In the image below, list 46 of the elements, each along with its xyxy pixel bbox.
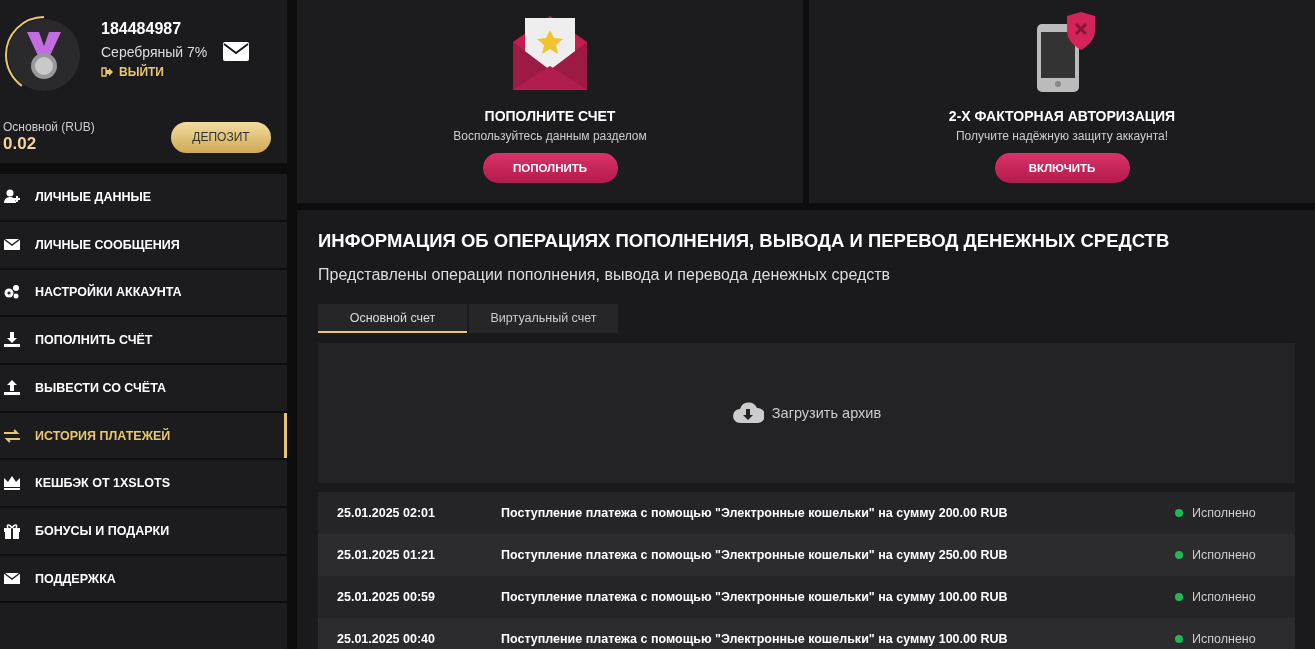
- account-tab[interactable]: Основной счет: [318, 304, 467, 333]
- date-cell-text: 25.01.2025 01:21: [336, 548, 436, 562]
- sidebar-item[interactable]: ЛИЧНЫЕ ДАННЫЕ: [0, 174, 287, 220]
- date-cell-text: 25.01.2025 00:59: [336, 590, 436, 604]
- logout-link[interactable]: ВЫЙТИ: [101, 65, 250, 79]
- logout-icon: [101, 67, 113, 77]
- cloud-download-icon: [731, 401, 764, 425]
- sidebar-item[interactable]: БОНУСЫ И ПОДАРКИ: [0, 508, 287, 554]
- mail-icon[interactable]: [223, 42, 250, 61]
- sidebar-item[interactable]: КЕШБЭК ОТ 1XSLOTS: [0, 460, 287, 506]
- sidebar-item[interactable]: ИСТОРИЯ ПЛАТЕЖЕЙ: [0, 412, 287, 459]
- section-title: ИНФОРМАЦИЯ ОБ ОПЕРАЦИЯХ ПОПОЛНЕНИЯ, ВЫВОДА И ПЕРЕВОД ДЕНЕЖНЫХ СРЕДСТВ: [318, 230, 1171, 252]
- gift-box-icon: [3, 521, 21, 540]
- account-tab[interactable]: Виртуальный счет: [469, 304, 618, 333]
- description-cell-text: Поступление платежа с помощью "Электронные кошельки" на сумму 100.00 RUB: [501, 590, 1009, 604]
- card-title: ПОПОЛНИТЕ СЧЕТ: [484, 108, 616, 124]
- card-button[interactable]: ВКЛЮЧИТЬ: [994, 153, 1130, 183]
- transfer-icon: [3, 426, 21, 445]
- balance-label: Основной (RUB): [3, 120, 95, 134]
- status-text: Исполнено: [1192, 590, 1256, 604]
- description-cell-text: Поступление платежа с помощью "Электронные кошельки" на сумму 250.00 RUB: [501, 548, 1009, 562]
- download-icon: [3, 331, 21, 350]
- balance-amount: 0.02: [3, 134, 38, 154]
- card-button[interactable]: ПОПОЛНИТЬ: [482, 153, 618, 183]
- loyalty-status: Серебряный 7%: [101, 43, 208, 60]
- description-cell-text: Поступление платежа с помощью "Электронные кошельки" на сумму 100.00 RUB: [501, 632, 1009, 646]
- sidebar-item[interactable]: ПОПОЛНИТЬ СЧЁТ: [0, 317, 287, 363]
- sidebar-item[interactable]: ЛИЧНЫЕ СООБЩЕНИЯ: [0, 222, 287, 268]
- status-text: Исполнено: [1192, 548, 1256, 562]
- sidebar-item[interactable]: НАСТРОЙКИ АККАУНТА: [0, 269, 287, 316]
- upload-icon: [3, 378, 21, 397]
- deposit-button[interactable]: ДЕПОЗИТ: [171, 121, 271, 153]
- status-text: Исполнено: [1192, 506, 1256, 520]
- status-text: Исполнено: [1192, 632, 1256, 646]
- card-title: 2-Х ФАКТОРНАЯ АВТОРИЗАЦИЯ: [948, 108, 1176, 124]
- card-subtitle: Получите надёжную защиту аккаунта!: [956, 129, 1168, 143]
- crown-icon: [3, 474, 21, 493]
- section-subtitle: Представлены операции пополнения, вывода и перевода денежных средств: [318, 266, 892, 284]
- date-cell-text: 25.01.2025 02:01: [336, 506, 436, 520]
- sidebar-item[interactable]: ВЫВЕСТИ СО СЧЁТА: [0, 365, 287, 411]
- account-id: 184484987: [101, 20, 183, 38]
- description-cell-text: Поступление платежа с помощью "Электронные кошельки" на сумму 200.00 RUB: [501, 506, 1009, 520]
- date-cell-text: 25.01.2025 00:40: [336, 632, 436, 646]
- download-archive-button[interactable]: Загрузить архив: [725, 400, 888, 426]
- card-subtitle: Воспользуйтесь данным разделом: [453, 129, 647, 143]
- sidebar-item[interactable]: ПОДДЕРЖКА: [0, 555, 287, 602]
